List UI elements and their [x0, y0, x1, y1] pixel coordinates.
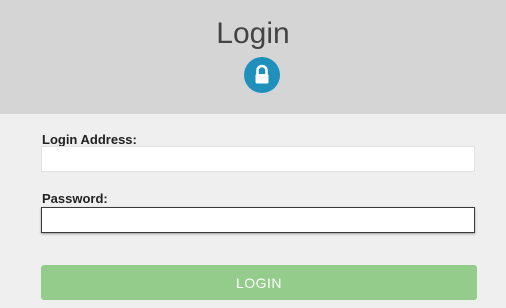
- lock-icon: [255, 64, 269, 84]
- login-button[interactable]: LOGIN: [41, 265, 477, 300]
- lock-badge: [244, 57, 280, 93]
- page-title: Login: [216, 17, 290, 50]
- login-form: Login Address: Password: LOGIN: [0, 114, 506, 308]
- login-address-label: Login Address:: [42, 132, 137, 147]
- password-input[interactable]: [41, 207, 475, 233]
- login-card: Login Login Address: Password: LOGIN: [0, 0, 506, 308]
- login-header: Login: [0, 0, 506, 114]
- login-address-input[interactable]: [41, 146, 475, 172]
- password-label: Password:: [42, 191, 108, 206]
